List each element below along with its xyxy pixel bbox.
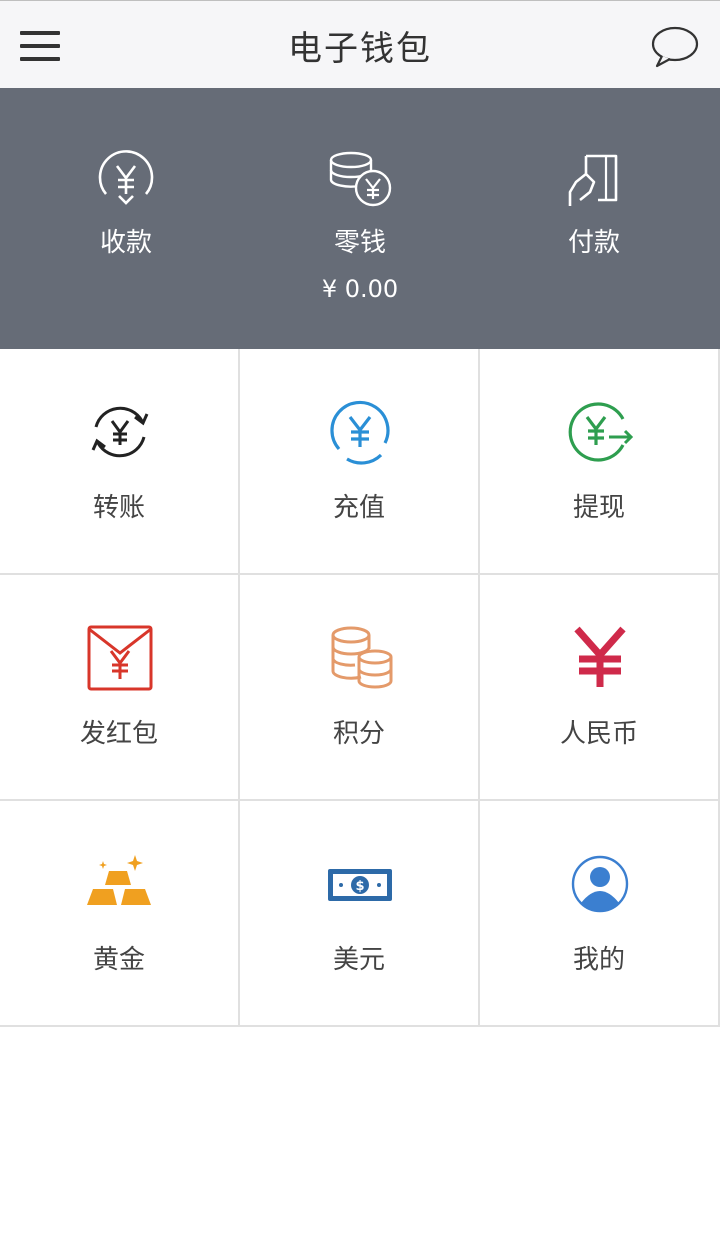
pay-label: 付款: [567, 228, 620, 258]
wallet-banner: 收款 零钱 ¥ 0.00 付款: [0, 88, 720, 349]
recharge-label: 充值: [332, 493, 385, 523]
dollar-bill-icon: $: [328, 869, 392, 901]
rmb-button[interactable]: 人民币: [480, 575, 720, 801]
transfer-yuan-icon: [91, 406, 149, 458]
points-button[interactable]: 积分: [240, 575, 480, 801]
change-balance-button[interactable]: 零钱 ¥ 0.00: [260, 148, 460, 303]
coins-yuan-icon: [329, 151, 392, 207]
my-profile-label: 我的: [572, 945, 625, 975]
send-red-envelope-button[interactable]: 发红包: [0, 575, 240, 801]
change-balance-value: ¥ 0.00: [321, 275, 399, 303]
pay-button[interactable]: 付款: [494, 148, 694, 259]
my-profile-button[interactable]: 我的: [480, 801, 720, 1027]
points-label: 积分: [332, 719, 385, 749]
receive-label: 收款: [99, 228, 152, 258]
gold-button[interactable]: 黄金: [0, 801, 240, 1027]
receive-money-button[interactable]: 收款: [26, 148, 226, 259]
rmb-label: 人民币: [559, 719, 638, 749]
usd-label: 美元: [332, 945, 385, 975]
recharge-button[interactable]: 充值: [240, 349, 480, 575]
app-header: 电子钱包: [0, 0, 720, 88]
card-pay-icon: [568, 154, 618, 206]
withdraw-label: 提现: [572, 493, 625, 523]
points-coins-icon: [331, 626, 393, 689]
transfer-button[interactable]: 转账: [0, 349, 240, 575]
red-envelope-label: 发红包: [79, 719, 158, 749]
yuan-receive-icon: [98, 150, 154, 205]
user-profile-icon: [571, 855, 629, 913]
red-envelope-icon: [87, 625, 153, 691]
gold-bars-icon: [87, 855, 151, 905]
svg-text:$: $: [355, 879, 364, 894]
rmb-yuan-icon: [574, 626, 626, 687]
gold-label: 黄金: [92, 945, 145, 975]
transfer-label: 转账: [92, 493, 145, 523]
page-title: 电子钱包: [288, 29, 432, 69]
recharge-yuan-icon: [330, 400, 390, 465]
withdraw-button[interactable]: 提现: [480, 349, 720, 575]
speech-bubble-icon[interactable]: [650, 25, 700, 69]
usd-button[interactable]: $ 美元: [240, 801, 480, 1027]
change-label: 零钱: [333, 228, 386, 258]
withdraw-yuan-icon: [568, 402, 634, 462]
